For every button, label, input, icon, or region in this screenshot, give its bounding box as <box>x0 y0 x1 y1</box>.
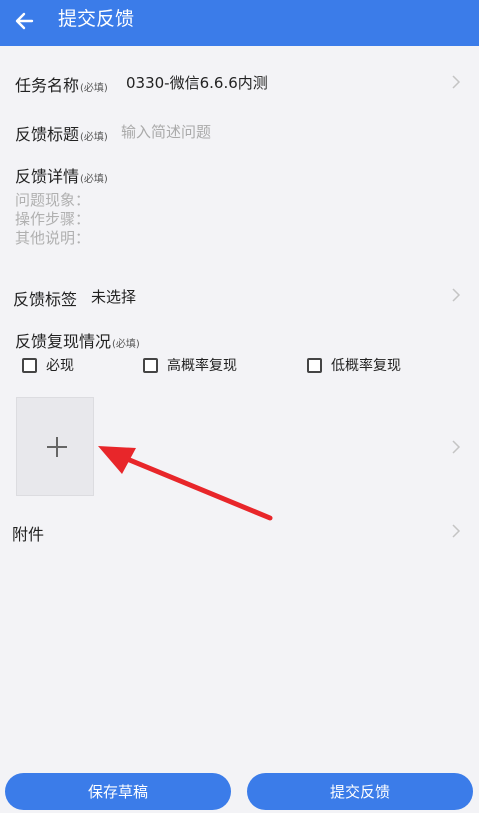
task-name-label: 任务名称(必填) <box>15 76 108 95</box>
chevron-right-icon <box>452 440 461 454</box>
checkbox[interactable] <box>307 357 322 373</box>
app-header: 提交反馈 <box>0 0 479 46</box>
detail-placeholder-other: 其他说明： <box>15 229 91 247</box>
feedback-tags-label: 反馈标签 <box>13 290 78 309</box>
save-draft-button[interactable]: 保存草稿 <box>5 773 231 810</box>
page-title: 提交反馈 <box>58 8 135 30</box>
required-mark: (必填) <box>80 132 108 143</box>
feedback-tags-value: 未选择 <box>91 288 137 306</box>
task-name-row[interactable]: 任务名称(必填) 0330-微信6.6.6内测 <box>0 60 479 104</box>
feedback-title-input[interactable]: 输入简述问题 <box>121 121 211 142</box>
feedback-title-label: 反馈标题(必填) <box>15 125 108 144</box>
arrow-left-icon[interactable] <box>12 8 38 34</box>
required-mark: (必填) <box>112 339 140 350</box>
feedback-title-row: 反馈标题(必填) 输入简述问题 <box>0 112 479 150</box>
submit-feedback-button[interactable]: 提交反馈 <box>247 773 473 810</box>
reproduce-option-high[interactable]: 高概率复现 <box>143 355 237 375</box>
add-image-button[interactable] <box>16 397 94 496</box>
chevron-right-icon <box>452 288 461 302</box>
chevron-right-icon <box>452 75 461 89</box>
chevron-right-icon <box>452 524 461 538</box>
feedback-detail-label: 反馈详情(必填) <box>15 167 108 186</box>
reproduce-label: 反馈复现情况(必填) <box>15 332 140 351</box>
checkbox[interactable] <box>22 357 37 373</box>
reproduce-option-low[interactable]: 低概率复现 <box>307 355 401 375</box>
attachment-row[interactable]: 附件 <box>0 511 479 551</box>
feedback-tags-row[interactable]: 反馈标签 未选择 <box>0 274 479 316</box>
reproduce-option-always[interactable]: 必现 <box>22 355 74 375</box>
feedback-detail-textarea[interactable]: 问题现象： 操作步骤： 其他说明： <box>15 191 90 248</box>
required-mark: (必填) <box>80 174 108 185</box>
plus-icon <box>47 437 67 457</box>
attachment-label: 附件 <box>12 525 45 544</box>
task-name-value: 0330-微信6.6.6内测 <box>126 74 268 92</box>
required-mark: (必填) <box>80 83 108 94</box>
detail-placeholder-phenomenon: 问题现象： <box>15 191 91 209</box>
checkbox[interactable] <box>143 357 158 373</box>
detail-placeholder-steps: 操作步骤： <box>15 210 91 228</box>
